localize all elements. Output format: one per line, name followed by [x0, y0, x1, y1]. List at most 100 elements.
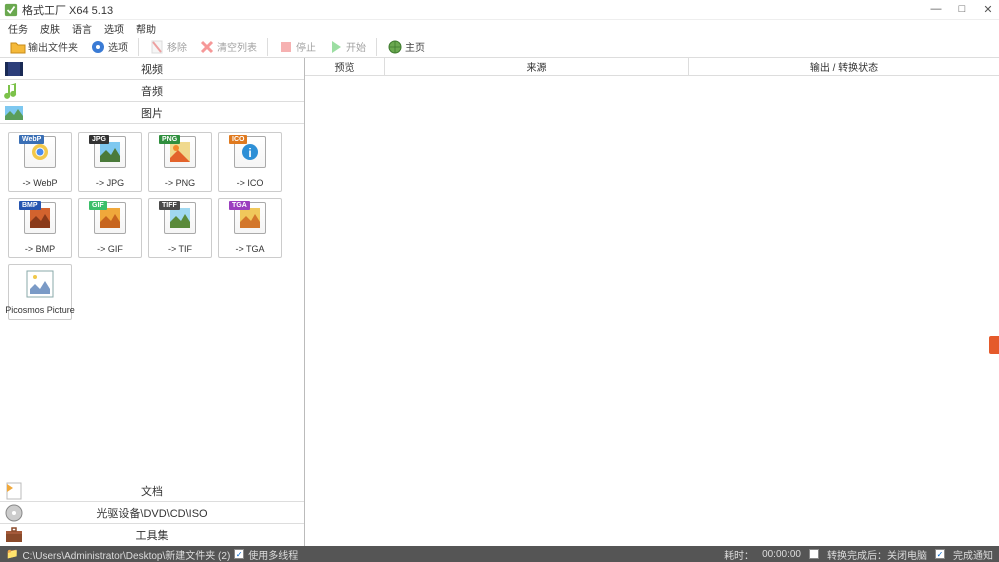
category-video-label: 视频	[141, 61, 163, 77]
homepage-button[interactable]: 主页	[383, 37, 429, 57]
format-label: -> ICO	[237, 178, 264, 188]
app-icon	[4, 3, 18, 17]
title-bar: 格式工厂 X64 5.13 — □ ✕	[0, 0, 999, 20]
toolbar-separator	[138, 38, 139, 56]
main-area: 视频 音频 图片 WebP -> WebP JPG	[0, 58, 999, 546]
clear-label: 清空列表	[217, 39, 257, 54]
picosmos-icon	[25, 269, 55, 299]
stop-button[interactable]: 停止	[274, 37, 320, 57]
toolbar-separator	[267, 38, 268, 56]
format-label: -> JPG	[96, 178, 124, 188]
remove-button[interactable]: 移除	[145, 37, 191, 57]
status-bar: 📁 C:\Users\Administrator\Desktop\新建文件夹 (…	[0, 546, 999, 562]
format-badge: WebP	[19, 135, 44, 144]
minimize-button[interactable]: —	[929, 3, 943, 16]
menu-options[interactable]: 选项	[104, 21, 124, 36]
photo-icon	[170, 208, 190, 228]
format-jpg[interactable]: JPG -> JPG	[78, 132, 142, 192]
multithread-label: 使用多线程	[248, 547, 298, 562]
format-label: -> TIF	[168, 244, 192, 254]
photo-icon	[170, 142, 190, 162]
image-format-grid: WebP -> WebP JPG -> JPG PNG -> PNG	[0, 124, 304, 480]
format-gif[interactable]: GIF -> GIF	[78, 198, 142, 258]
elapsed-time: 00:00:00	[762, 549, 801, 560]
toolbar: 输出文件夹 选项 移除 清空列表 停止 开始 主页	[0, 36, 999, 58]
right-panel: 预览 来源 输出 / 转换状态	[305, 58, 999, 546]
disc-icon	[4, 503, 24, 523]
format-ico[interactable]: ICO i -> ICO	[218, 132, 282, 192]
multithread-checkbox[interactable]: ✓	[234, 549, 244, 559]
left-panel: 视频 音频 图片 WebP -> WebP JPG	[0, 58, 305, 546]
stop-icon	[278, 39, 294, 55]
format-badge: PNG	[159, 135, 180, 144]
photo-icon	[240, 208, 260, 228]
file-list-area[interactable]	[305, 76, 999, 546]
audio-icon	[4, 81, 24, 101]
remove-label: 移除	[167, 39, 187, 54]
category-audio[interactable]: 音频	[0, 80, 304, 102]
format-label: -> GIF	[97, 244, 123, 254]
side-tab[interactable]	[989, 336, 999, 354]
col-preview[interactable]: 预览	[305, 58, 385, 75]
clear-icon	[199, 39, 215, 55]
toolbox-icon	[4, 525, 24, 545]
shutdown-checkbox[interactable]: ✓	[809, 549, 819, 559]
output-folder-button[interactable]: 输出文件夹	[6, 37, 82, 57]
close-button[interactable]: ✕	[981, 3, 995, 16]
menu-help[interactable]: 帮助	[136, 21, 156, 36]
category-audio-label: 音频	[141, 83, 163, 99]
menu-task[interactable]: 任务	[8, 21, 28, 36]
col-output[interactable]: 输出 / 转换状态	[689, 58, 999, 75]
category-video[interactable]: 视频	[0, 58, 304, 80]
start-label: 开始	[346, 39, 366, 54]
category-tools-label: 工具集	[136, 527, 169, 543]
category-document-label: 文档	[141, 483, 163, 499]
format-label: -> BMP	[25, 244, 55, 254]
category-document[interactable]: 文档	[0, 480, 304, 502]
folder-icon	[10, 39, 26, 55]
format-webp[interactable]: WebP -> WebP	[8, 132, 72, 192]
format-label: -> WebP	[22, 178, 57, 188]
options-icon	[90, 39, 106, 55]
category-disc[interactable]: 光驱设备\DVD\CD\ISO	[0, 502, 304, 524]
format-label: -> PNG	[165, 178, 195, 188]
play-icon	[328, 39, 344, 55]
notify-label: 完成通知	[953, 547, 993, 562]
format-label: -> TGA	[235, 244, 264, 254]
maximize-button[interactable]: □	[955, 3, 969, 16]
category-disc-label: 光驱设备\DVD\CD\ISO	[96, 505, 207, 521]
format-png[interactable]: PNG -> PNG	[148, 132, 212, 192]
status-folder-icon[interactable]: 📁	[6, 549, 18, 560]
format-picosmos[interactable]: Picosmos Picture	[8, 264, 72, 320]
output-folder-label: 输出文件夹	[28, 39, 78, 54]
photo-icon	[30, 208, 50, 228]
col-source[interactable]: 来源	[385, 58, 689, 75]
options-button[interactable]: 选项	[86, 37, 132, 57]
format-tga[interactable]: TGA -> TGA	[218, 198, 282, 258]
category-image[interactable]: 图片	[0, 102, 304, 124]
category-tools[interactable]: 工具集	[0, 524, 304, 546]
stop-label: 停止	[296, 39, 316, 54]
format-badge: BMP	[19, 201, 41, 210]
menu-language[interactable]: 语言	[72, 21, 92, 36]
globe-icon	[387, 39, 403, 55]
status-path[interactable]: C:\Users\Administrator\Desktop\新建文件夹 (2)	[22, 547, 230, 562]
notify-checkbox[interactable]: ✓	[935, 549, 945, 559]
format-badge: TGA	[229, 201, 250, 210]
image-icon	[4, 103, 24, 123]
menu-bar: 任务 皮肤 语言 选项 帮助	[0, 20, 999, 36]
column-headers: 预览 来源 输出 / 转换状态	[305, 58, 999, 76]
shutdown-label: 转换完成后：关闭电脑	[827, 547, 927, 562]
video-icon	[4, 59, 24, 79]
photo-icon	[100, 142, 120, 162]
start-button[interactable]: 开始	[324, 37, 370, 57]
document-icon	[4, 481, 24, 501]
format-badge: GIF	[89, 201, 107, 210]
info-icon: i	[240, 142, 260, 162]
format-bmp[interactable]: BMP -> BMP	[8, 198, 72, 258]
clear-button[interactable]: 清空列表	[195, 37, 261, 57]
menu-skin[interactable]: 皮肤	[40, 21, 60, 36]
format-badge: TIFF	[159, 201, 180, 210]
homepage-label: 主页	[405, 39, 425, 54]
format-tif[interactable]: TIFF -> TIF	[148, 198, 212, 258]
